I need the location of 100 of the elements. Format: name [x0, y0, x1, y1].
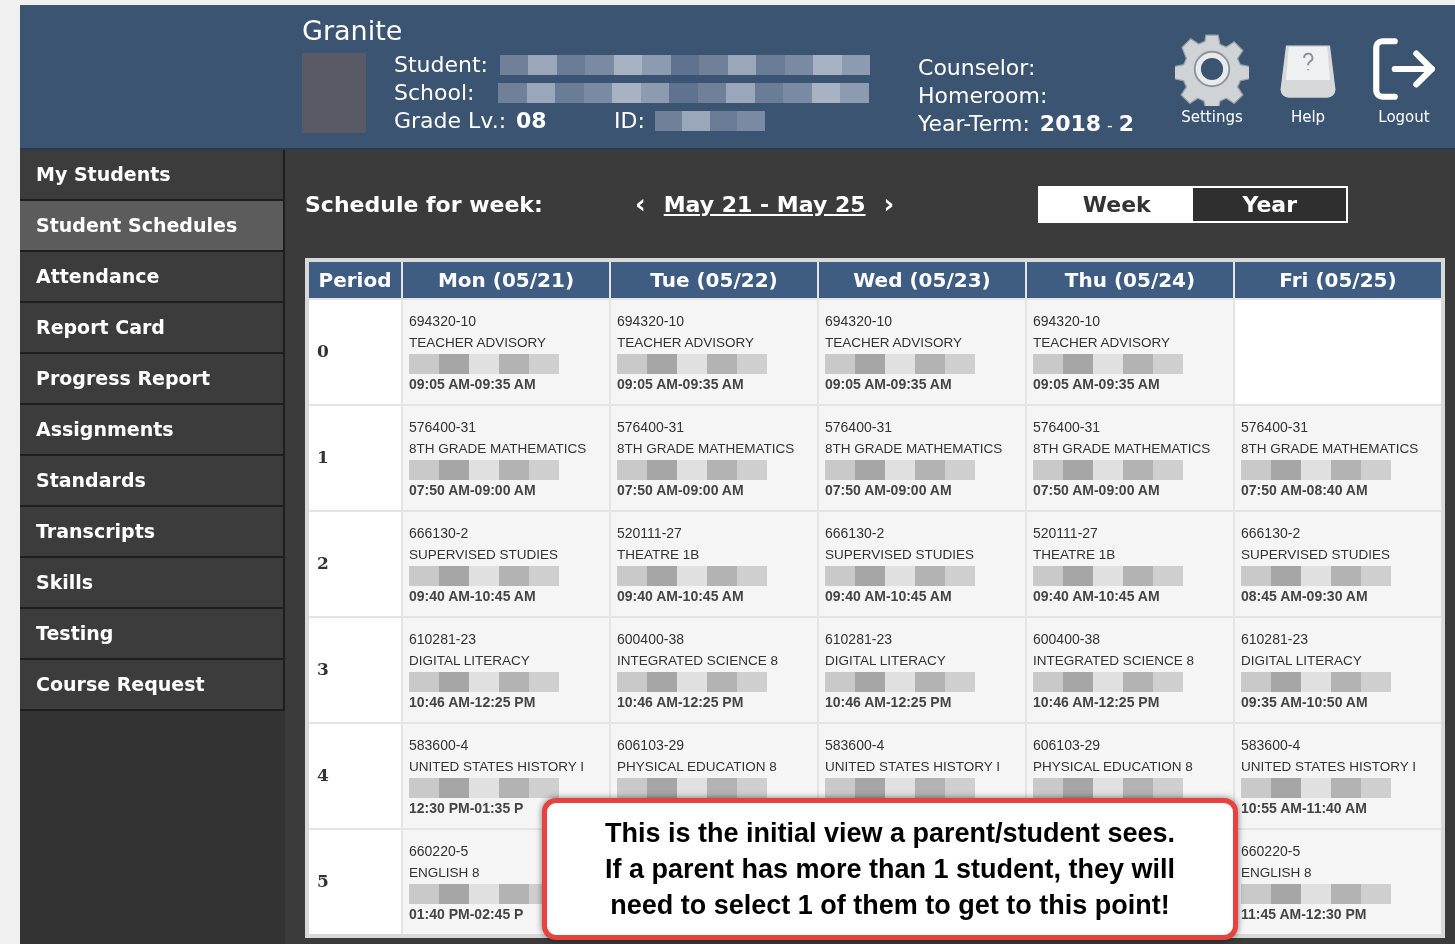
view-tab[interactable]: Year — [1193, 187, 1347, 221]
course-code: 694320-10 — [617, 312, 685, 331]
sidebar-item[interactable]: Standards — [20, 456, 285, 507]
separator-text: - — [1107, 115, 1113, 137]
next-button[interactable]: › — [883, 184, 895, 224]
sidebar-item[interactable]: Skills — [20, 558, 285, 609]
field-label: Homeroom: — [918, 82, 1049, 110]
course-code: 666130-2 — [1241, 524, 1302, 543]
class-time: 08:45 AM-09:30 AM — [1241, 587, 1369, 606]
course-code: 666130-2 — [825, 524, 886, 543]
period-cell: 2 — [309, 512, 401, 616]
course-title: INTEGRATED SCIENCE 8 — [1033, 652, 1196, 670]
course-title: INTEGRATED SCIENCE 8 — [617, 652, 780, 670]
course-title: 8TH GRADE MATHEMATICS — [617, 440, 796, 458]
column-header: Period — [309, 262, 401, 298]
course-code: 666130-2 — [409, 524, 470, 543]
class-time: 10:46 AM-12:25 PM — [825, 693, 953, 712]
course-code: 694320-10 — [825, 312, 893, 331]
term-value: 2 — [1118, 110, 1135, 138]
column-header: Fri (05/25) — [1235, 262, 1441, 298]
course-title: DIGITAL LITERACY — [825, 652, 947, 670]
class-time: 10:46 AM-12:25 PM — [1033, 693, 1161, 712]
course-title: SUPERVISED STUDIES — [409, 546, 560, 564]
sidebar-item[interactable]: Course Request — [20, 660, 285, 711]
help-button[interactable]: Help — [1265, 39, 1351, 128]
sidebar-item[interactable]: Progress Report — [20, 354, 285, 405]
grade-value: 08 — [516, 107, 548, 135]
class-time: 09:40 AM-10:45 AM — [1033, 587, 1161, 606]
course-title: UNITED STATES HISTORY I — [409, 758, 586, 776]
course-code: 660220-5 — [1241, 842, 1302, 861]
course-code: 606103-29 — [617, 736, 685, 755]
class-time: 10:46 AM-12:25 PM — [617, 693, 745, 712]
class-time: 09:35 AM-10:50 AM — [1241, 693, 1369, 712]
course-title: ENGLISH 8 — [1241, 864, 1313, 882]
field-label: School: — [394, 79, 475, 107]
gear-icon — [1175, 31, 1249, 106]
course-code: 520111-27 — [617, 524, 683, 543]
class-time: 09:40 AM-10:45 AM — [409, 587, 537, 606]
course-code: 576400-31 — [409, 418, 477, 437]
course-code: 660220-5 — [409, 842, 470, 861]
course-title: TEACHER ADVISORY — [1033, 334, 1172, 352]
sidebar-item[interactable]: Attendance — [20, 252, 285, 303]
class-time: 12:30 PM-01:35 P — [409, 799, 525, 818]
year-value: 2018 — [1039, 110, 1102, 138]
course-title: THEATRE 1B — [1033, 546, 1117, 564]
field-label: Grade Lv.: — [394, 107, 507, 135]
course-title: 8TH GRADE MATHEMATICS — [1241, 440, 1420, 458]
view-tab[interactable]: Week — [1040, 187, 1194, 221]
course-code: 694320-10 — [1033, 312, 1101, 331]
previous-button[interactable]: ‹ — [635, 184, 646, 224]
course-title: PHYSICAL EDUCATION 8 — [617, 758, 778, 776]
course-code: 583600-4 — [1241, 736, 1302, 755]
field-label: Counselor: — [918, 54, 1037, 82]
class-time: 10:46 AM-12:25 PM — [409, 693, 537, 712]
course-code: 606103-29 — [1033, 736, 1101, 755]
course-title: DIGITAL LITERACY — [1241, 652, 1363, 670]
course-code: 576400-31 — [825, 418, 893, 437]
settings-button[interactable]: Settings — [1169, 31, 1255, 128]
field-label: ID: — [614, 107, 645, 135]
course-code: 576400-31 — [617, 418, 685, 437]
sidebar-item[interactable]: Report Card — [20, 303, 285, 354]
class-time: 09:05 AM-09:35 AM — [409, 375, 537, 394]
course-code: 610281-23 — [825, 630, 893, 649]
class-time: 11:45 AM-12:30 PM — [1241, 905, 1368, 924]
week-range-link[interactable]: May 21 - May 25 — [663, 187, 866, 221]
class-time: 09:40 AM-10:45 AM — [825, 587, 953, 606]
course-code: 600400-38 — [617, 630, 685, 649]
sidebar-item[interactable]: Transcripts — [20, 507, 285, 558]
column-header: Mon (05/21) — [403, 262, 609, 298]
period-cell: 5 — [309, 830, 401, 934]
period-cell: 4 — [309, 724, 401, 828]
course-code: 583600-4 — [825, 736, 886, 755]
course-title: UNITED STATES HISTORY I — [825, 758, 1002, 776]
logout-button[interactable]: Logout — [1361, 31, 1447, 128]
class-time: 09:05 AM-09:35 AM — [1033, 375, 1161, 394]
period-cell: 3 — [309, 618, 401, 722]
course-title: DIGITAL LITERACY — [409, 652, 531, 670]
course-title: SUPERVISED STUDIES — [825, 546, 976, 564]
course-code: 610281-23 — [1241, 630, 1309, 649]
class-time: 07:50 AM-09:00 AM — [617, 481, 745, 500]
sidebar-item[interactable]: Testing — [20, 609, 285, 660]
course-title: ENGLISH 8 — [409, 864, 481, 882]
class-time: 07:50 AM-08:40 AM — [1241, 481, 1369, 500]
sidebar-item[interactable]: Assignments — [20, 405, 285, 456]
course-title: TEACHER ADVISORY — [825, 334, 964, 352]
course-title: 8TH GRADE MATHEMATICS — [825, 440, 1004, 458]
class-time: 09:40 AM-10:45 AM — [617, 587, 745, 606]
course-title: UNITED STATES HISTORY I — [1241, 758, 1418, 776]
column-header: Tue (05/22) — [611, 262, 817, 298]
sidebar-item[interactable]: Student Schedules — [20, 201, 285, 252]
course-code: 576400-31 — [1241, 418, 1309, 437]
period-cell: 0 — [309, 300, 401, 404]
class-time: 07:50 AM-09:00 AM — [825, 481, 953, 500]
course-code: 520111-27 — [1033, 524, 1099, 543]
column-header: Wed (05/23) — [819, 262, 1025, 298]
class-time: 09:05 AM-09:35 AM — [825, 375, 953, 394]
sidebar-item[interactable]: My Students — [20, 150, 285, 201]
course-title: TEACHER ADVISORY — [409, 334, 548, 352]
callout-text: This is the initial view a parent/student sees. If a parent has more than 1 student, they will need to select 1 of them to get to this point! — [604, 817, 1176, 922]
course-code: 694320-10 — [409, 312, 477, 331]
